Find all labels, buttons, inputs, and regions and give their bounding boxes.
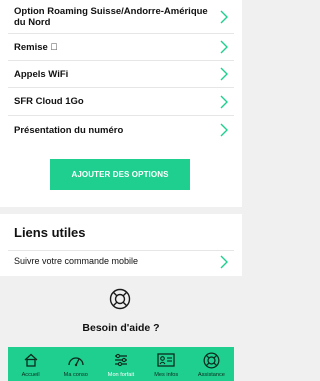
help-title: Besoin d'aide ? [82,322,160,334]
chevron-right-icon [216,66,232,82]
chevron-right-icon [216,9,232,25]
option-label: Présentation du numéro [14,124,124,136]
tab-label: Accueil [21,372,40,378]
tab-ma-conso[interactable]: Ma conso [53,347,98,381]
tab-mes-infos[interactable]: Mes infos [144,347,189,381]
sliders-icon [112,351,130,369]
tab-label: Mon forfait [107,372,135,378]
option-label: Appels WiFi [14,68,69,80]
link-label: Suivre votre commande mobile [14,256,139,266]
tab-label: Assistance [197,372,225,378]
options-list: Option Roaming Suisse/Andorre-Amérique d… [0,0,242,207]
tab-label: Mes infos [154,372,179,378]
home-icon [22,351,40,369]
option-row-appels-wifi[interactable]: Appels WiFi [8,61,234,88]
option-row-presentation-numero[interactable]: Présentation du numéro [8,116,234,144]
option-row-roaming[interactable]: Option Roaming Suisse/Andorre-Amérique d… [8,0,234,34]
option-row-remise[interactable]: Remise   [8,34,234,61]
tab-mon-forfait[interactable]: Mon forfait [98,347,143,381]
chevron-right-icon [216,94,232,110]
help-section: Besoin d'aide ? [0,276,242,348]
bottom-tab-bar: Accueil Ma conso Mon forfait Mes infos A… [8,347,234,381]
link-track-order[interactable]: Suivre votre commande mobile [8,250,234,272]
id-card-icon [157,351,175,369]
lifebuoy-icon [109,288,131,310]
useful-links-section: Liens utiles Suivre votre commande mobil… [0,214,242,276]
chevron-right-icon [216,39,232,55]
option-label: SFR Cloud 1Go [14,96,84,107]
lifebuoy-icon [202,351,220,369]
option-label: Option Roaming Suisse/Andorre-Amérique d… [14,5,208,28]
section-title: Liens utiles [14,225,86,240]
gauge-icon [67,351,85,369]
tab-assistance[interactable]: Assistance [189,347,234,381]
tab-accueil[interactable]: Accueil [8,347,53,381]
chevron-right-icon [216,122,232,138]
option-row-sfr-cloud[interactable]: SFR Cloud 1Go [8,88,234,116]
tab-label: Ma conso [63,372,88,378]
chevron-right-icon [216,254,232,270]
option-label: Remise   [14,41,58,53]
add-options-button[interactable]: AJOUTER DES OPTIONS [50,159,190,190]
